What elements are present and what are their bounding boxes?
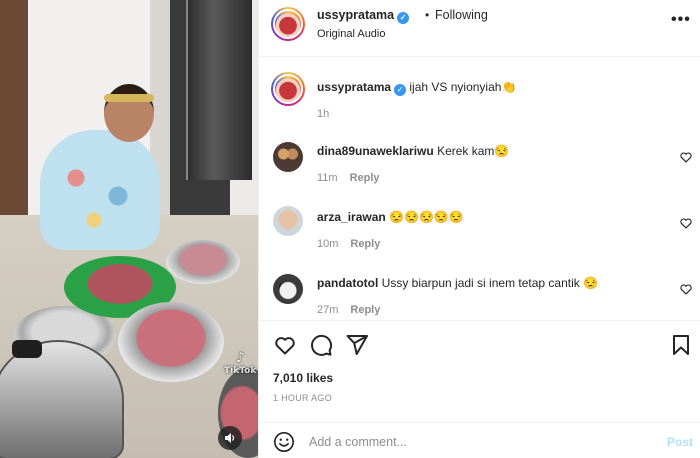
caption-avatar[interactable] — [271, 72, 305, 106]
following-button[interactable]: Following — [435, 8, 488, 22]
video-headband — [104, 94, 154, 102]
tiktok-watermark: ♪ TikTok — [224, 350, 256, 376]
video-bowl — [166, 240, 240, 284]
caption-line: ussypratama ✓ ijah VS nyionyiah👏 — [317, 80, 516, 96]
comment-meta: 11m Reply — [317, 172, 380, 184]
reply-button[interactable]: Reply — [350, 238, 380, 250]
like-comment-heart-icon[interactable] — [679, 216, 693, 230]
caption-meta: 1h — [317, 108, 329, 120]
comment-avatar[interactable] — [273, 206, 303, 236]
comment-text: Kerek kam😒 — [437, 144, 510, 158]
comment-bubble-icon[interactable] — [309, 333, 333, 357]
reply-button[interactable]: Reply — [350, 304, 380, 316]
author-username-text[interactable]: ussypratama — [317, 8, 394, 22]
tiktok-icon: ♪ — [235, 350, 245, 366]
caption-time[interactable]: 1h — [317, 108, 329, 120]
like-comment-heart-icon[interactable] — [679, 282, 693, 296]
comment-time[interactable]: 11m — [317, 172, 338, 184]
post-video[interactable]: ♪ TikTok — [0, 0, 258, 458]
likes-count[interactable]: 7,010 likes — [273, 371, 333, 385]
video-fridge — [186, 0, 252, 180]
verified-badge-icon: ✓ — [397, 12, 410, 24]
add-comment-input[interactable] — [309, 431, 649, 453]
video-pot-handle — [12, 340, 42, 358]
video-person — [40, 130, 160, 250]
author-username[interactable]: ussypratama ✓ — [317, 8, 410, 24]
header-separator: • — [425, 8, 430, 22]
save-bookmark-icon[interactable] — [669, 333, 693, 357]
like-heart-icon[interactable] — [273, 333, 297, 357]
post-comment-button[interactable]: Post — [667, 435, 693, 449]
comment-meta: 10m Reply — [317, 238, 380, 250]
post-actions: 7,010 likes 1 HOUR AGO — [259, 320, 700, 422]
comment-text: Ussy biarpun jadi si inem tetap cantik 😒 — [381, 276, 599, 290]
post-details-panel: ussypratama ✓ • Following Original Audio … — [258, 0, 700, 458]
comment-line: pandatotol Ussy biarpun jadi si inem tet… — [317, 276, 598, 290]
comment-text: 😒😒😒😒😒 — [389, 210, 464, 224]
post-header: ussypratama ✓ • Following Original Audio … — [259, 0, 700, 57]
mute-button[interactable] — [218, 426, 242, 450]
tiktok-watermark-text: TikTok — [224, 366, 257, 376]
comment-meta: 27m Reply — [317, 304, 380, 316]
comment-username[interactable]: arza_irawan — [317, 210, 386, 224]
speaker-icon — [225, 433, 235, 443]
author-avatar[interactable] — [271, 7, 305, 41]
comments-list[interactable]: ussypratama ✓ ijah VS nyionyiah👏 1h dina8… — [259, 58, 700, 320]
comment-time[interactable]: 27m — [317, 304, 338, 316]
post-timestamp[interactable]: 1 HOUR AGO — [273, 393, 332, 403]
caption-text: ijah VS nyionyiah👏 — [409, 80, 517, 94]
add-comment-bar: Post — [259, 422, 700, 458]
comment-avatar[interactable] — [273, 274, 303, 304]
caption-username[interactable]: ussypratama — [317, 80, 391, 94]
verified-badge-icon: ✓ — [394, 84, 407, 96]
comment-username[interactable]: dina89unaweklariwu — [317, 144, 434, 158]
more-options-button[interactable]: ••• — [671, 11, 691, 29]
emoji-icon[interactable] — [273, 431, 295, 453]
share-send-icon[interactable] — [345, 333, 369, 357]
comment-username[interactable]: pandatotol — [317, 276, 378, 290]
comment-avatar[interactable] — [273, 142, 303, 172]
reply-button[interactable]: Reply — [350, 172, 380, 184]
video-bowl — [118, 302, 224, 382]
audio-link[interactable]: Original Audio — [317, 28, 386, 40]
comment-time[interactable]: 10m — [317, 238, 338, 250]
comment-line: arza_irawan 😒😒😒😒😒 — [317, 210, 464, 224]
comment-line: dina89unaweklariwu Kerek kam😒 — [317, 144, 509, 158]
video-person-head — [104, 84, 154, 142]
like-comment-heart-icon[interactable] — [679, 150, 693, 164]
